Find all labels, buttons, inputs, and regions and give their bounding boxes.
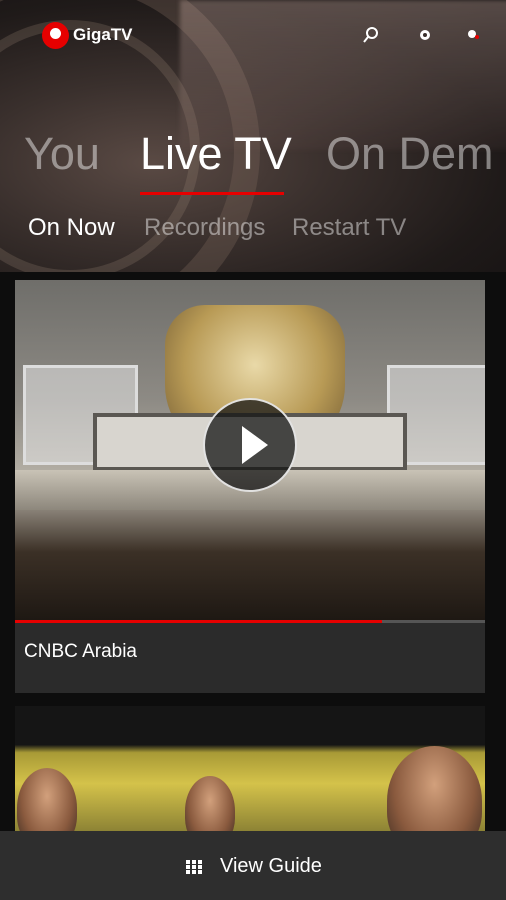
active-tab-indicator [140, 192, 284, 195]
tab-on-demand[interactable]: On Dem [326, 128, 494, 180]
tab-you[interactable]: You [24, 128, 100, 180]
subtab-restart-tv[interactable]: Restart TV [292, 214, 406, 242]
top-bar: GigaTV [0, 0, 506, 70]
profile-icon[interactable] [464, 26, 482, 44]
brand-name: GigaTV [73, 25, 133, 44]
vodafone-logo [42, 22, 69, 49]
sub-tabs: On Now Recordings Restart TV [0, 214, 506, 244]
subtab-on-now[interactable]: On Now [28, 214, 115, 242]
channel-name: CNBC Arabia [24, 641, 137, 662]
settings-icon[interactable] [416, 26, 434, 44]
grid-icon [186, 860, 202, 874]
channel-thumbnail[interactable] [15, 280, 485, 620]
channel-card[interactable]: CNBC Arabia [15, 280, 485, 693]
subtab-recordings[interactable]: Recordings [144, 214, 265, 242]
play-button[interactable] [203, 398, 297, 492]
main-tabs: You Live TV On Dem [0, 128, 506, 188]
view-guide-button[interactable]: View Guide [220, 855, 322, 878]
search-icon[interactable] [362, 26, 380, 44]
card-info: CNBC Arabia [15, 623, 485, 693]
tab-live-tv[interactable]: Live TV [140, 128, 292, 180]
